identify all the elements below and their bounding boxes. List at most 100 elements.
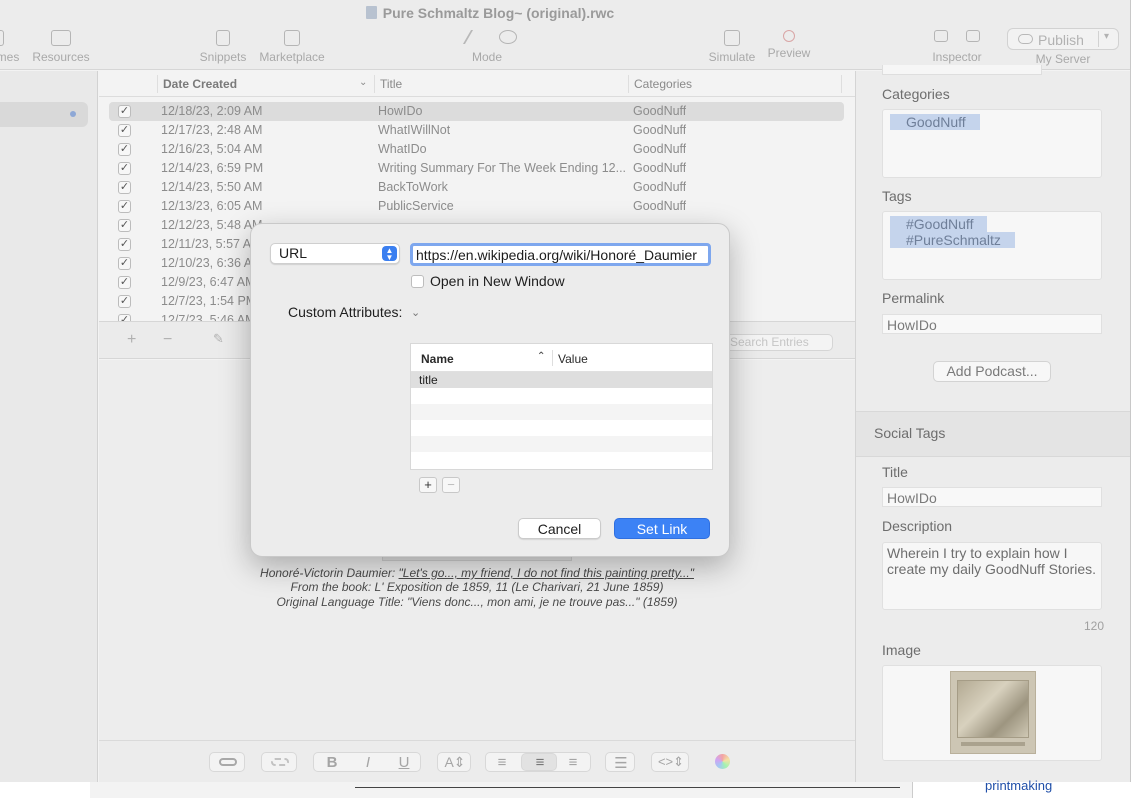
row-checkbox[interactable]: ✓ [118,200,131,213]
font-size-icon: A⇕ [444,754,466,770]
popup-stepper-icon: ▲ ▼ [382,246,397,262]
edit-entry-icon[interactable]: ✎ [213,331,224,347]
attributes-table: Name ⌃ Value title [410,343,713,470]
permalink-label: Permalink [882,290,945,306]
row-date: 12/9/23, 6:47 AM [161,275,256,289]
align-center-button[interactable]: ≡ [521,753,557,771]
add-attribute-button[interactable]: + [419,477,437,493]
tags-field[interactable]: #GoodNuff #PureSchmaltz [882,211,1102,280]
code-button[interactable]: <>⇕ [651,752,689,772]
row-date: 12/7/23, 1:54 PM [161,294,257,308]
permalink-field[interactable]: HowIDo [882,314,1102,334]
row-checkbox[interactable]: ✓ [118,219,131,232]
row-checkbox[interactable]: ✓ [118,105,131,118]
remove-attribute-button[interactable]: − [442,477,460,493]
custom-attributes-label: Custom Attributes: [288,304,403,320]
row-checkbox[interactable]: ✓ [118,276,131,289]
list-button[interactable]: ☰ [605,752,635,772]
row-date: 12/13/23, 6:05 AM [161,199,263,213]
attribute-row[interactable]: title [411,372,712,388]
row-checkbox[interactable]: ✓ [118,181,131,194]
caption-line-3: Original Language Title: "Viens donc...,… [276,595,678,609]
row-date: 12/12/23, 5:48 AM [161,218,263,232]
caption-line-2: From the book: L' Exposition de 1859, 11… [290,580,664,594]
format-bar: B I U A⇕ ≡ ≡ ≡ ☰ <>⇕ [99,740,855,782]
background-rule [355,787,900,788]
row-checkbox[interactable]: ✓ [118,143,131,156]
table-row[interactable]: ✓ 12/16/23, 5:04 AM WhatIDo GoodNuff [109,140,844,159]
background-divider [912,782,913,798]
set-link-button[interactable]: Set Link [614,518,710,539]
align-left-icon[interactable]: ≡ [491,754,513,772]
printmaking-link[interactable]: printmaking [985,778,1052,793]
social-tags-label: Social Tags [874,425,946,441]
row-title: BackToWork [378,180,448,194]
row-checkbox[interactable]: ✓ [118,314,131,321]
align-right-icon[interactable]: ≡ [562,754,584,772]
row-checkbox[interactable]: ✓ [118,295,131,308]
unlink-icon [271,758,289,766]
description-field[interactable]: Wherein I try to explain how I create my… [882,542,1102,610]
remove-entry-button[interactable]: − [163,331,172,349]
alignment-group: ≡ ≡ ≡ [485,752,591,772]
add-entry-button[interactable]: + [127,331,136,349]
underline-button[interactable]: U [394,754,414,772]
cancel-button[interactable]: Cancel [518,518,601,539]
font-size-button[interactable]: A⇕ [437,752,471,772]
row-date: 12/11/23, 5:57 AM [161,237,262,251]
daumier-thumbnail [950,671,1036,754]
empty-row [411,388,712,404]
row-title: WhatIDo [378,142,427,156]
row-title: Writing Summary For The Week Ending 12..… [378,161,626,175]
open-new-window-label[interactable]: Open in New Window [430,273,565,289]
attr-column-name[interactable]: Name [421,352,454,366]
tag-token[interactable]: #PureSchmaltz [890,232,1015,248]
tag-token[interactable]: #GoodNuff [890,216,988,232]
table-row[interactable]: ✓ 12/13/23, 6:05 AM PublicService GoodNuff [109,197,844,216]
empty-row [411,436,712,452]
caption-author: Honoré-Victorin Daumier: [260,566,399,580]
row-title: WhatIWillNot [378,123,451,137]
social-title-field[interactable]: HowIDo [882,487,1102,507]
add-podcast-button[interactable]: Add Podcast... [933,361,1051,382]
inspector-panel: Categories GoodNuff Tags #GoodNuff #Pure… [855,65,1130,782]
bold-button[interactable]: B [322,754,342,772]
background-page [90,782,912,798]
row-date: 12/17/23, 2:48 AM [161,123,263,137]
row-checkbox[interactable]: ✓ [118,124,131,137]
table-row[interactable]: ✓ 12/14/23, 5:50 AM BackToWork GoodNuff [109,178,844,197]
row-date: 12/14/23, 5:50 AM [161,180,263,194]
caption-link[interactable]: "Let's go..., my friend, I do not find t… [399,566,694,580]
link-type-value: URL [279,245,308,261]
image-label: Image [882,642,921,658]
url-input[interactable]: https://en.wikipedia.org/wiki/Honoré_Dau… [410,243,711,266]
row-checkbox[interactable]: ✓ [118,162,131,175]
attr-column-value[interactable]: Value [558,352,588,366]
row-category: GoodNuff [633,104,687,118]
empty-row [411,420,712,436]
background-document: printmaking [0,778,1131,798]
row-checkbox[interactable]: ✓ [118,257,131,270]
table-row[interactable]: ✓ 12/17/23, 2:48 AM WhatIWillNot GoodNuff [109,121,844,140]
link-type-popup[interactable]: URL ▲ ▼ [270,243,400,264]
attribute-name[interactable]: title [419,373,438,387]
character-count: 120 [1084,619,1105,633]
unlink-button[interactable] [261,752,297,772]
table-row[interactable]: ✓ 12/14/23, 6:59 PM Writing Summary For Th… [109,159,844,178]
row-checkbox[interactable]: ✓ [118,238,131,251]
row-category: GoodNuff [633,180,687,194]
open-new-window-checkbox[interactable] [411,275,424,288]
table-row[interactable]: ✓ 12/18/23, 2:09 AM HowIDo GoodNuff [109,102,844,121]
disclosure-chevron-icon[interactable]: ⌄ [411,306,420,319]
social-title-label: Title [882,464,908,480]
link-button[interactable] [209,752,245,772]
category-token[interactable]: GoodNuff [890,114,980,130]
empty-row [411,404,712,420]
sort-ascending-icon: ⌃ [537,351,546,362]
list-icon: ☰ [614,755,628,772]
italic-button[interactable]: I [358,754,378,772]
color-button[interactable] [703,752,743,772]
text-style-group: B I U [313,752,421,772]
search-entries-input[interactable]: Search Entries [721,334,833,351]
categories-field[interactable]: GoodNuff [882,109,1102,178]
